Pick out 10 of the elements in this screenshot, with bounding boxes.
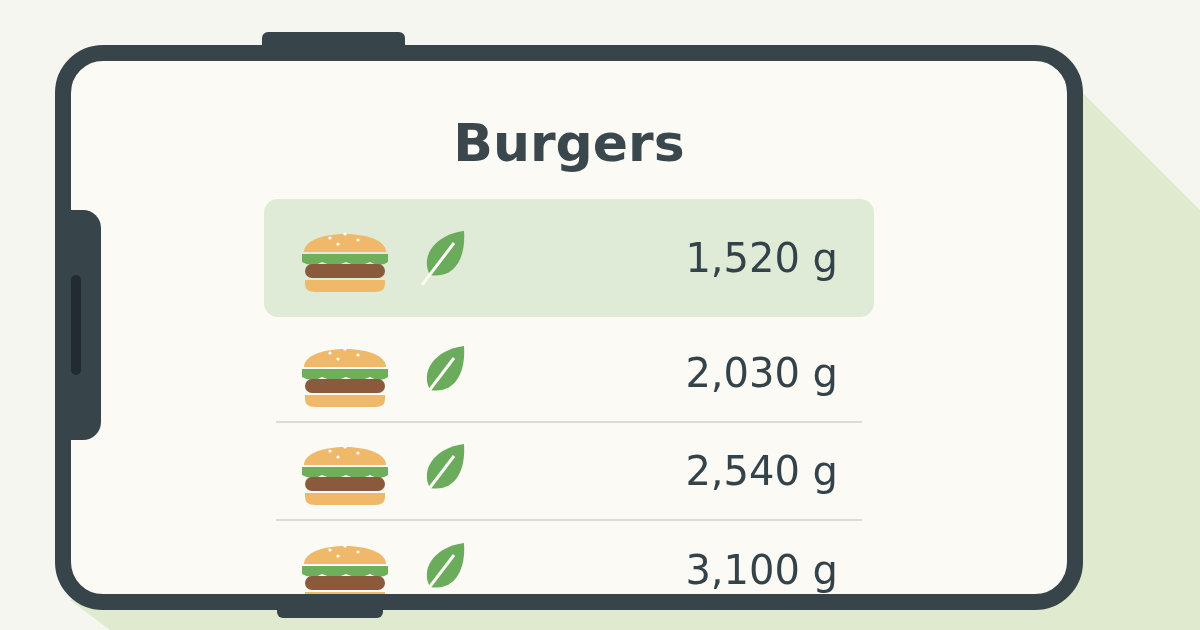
weight-text: 2,030 g	[685, 350, 838, 396]
screen-title: Burgers	[453, 113, 685, 173]
leaf-icon	[420, 229, 466, 287]
weight-text: 1,520 g	[685, 235, 838, 281]
list-row[interactable]: 2,030 g	[276, 325, 862, 423]
list-row[interactable]: 3,100 g	[276, 521, 862, 594]
weight-text: 3,100 g	[685, 547, 838, 593]
weight-text: 2,540 g	[685, 448, 838, 494]
list-row[interactable]: 2,540 g	[276, 423, 862, 521]
list-row[interactable]: 1,520 g	[264, 199, 874, 317]
